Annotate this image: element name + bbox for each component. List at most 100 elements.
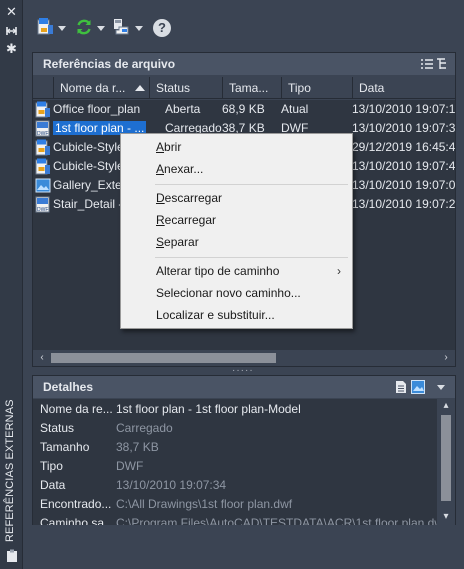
context-menu: Abrir Anexar... Descarregar Recarregar S…: [120, 133, 353, 329]
details-panel: Detalhes Caminho sa... C:\Program Files\A…: [32, 375, 456, 525]
menu-label: Localizar e substituir...: [156, 308, 275, 322]
menu-item-reload[interactable]: Recarregar: [122, 210, 351, 231]
svg-text:DWF: DWF: [37, 207, 48, 213]
details-value: C:\All Drawings\1st floor plan.dwf: [116, 497, 293, 511]
chevron-right-icon: ›: [337, 264, 341, 278]
table-row[interactable]: Office floor_plan Aberta 68,9 KB Atual 13/10…: [33, 100, 455, 119]
cell-date: 13/10/2010 19:07:05: [352, 178, 455, 192]
details-row: Encontrado... C:\All Drawings\1st floor p…: [33, 495, 437, 514]
vertical-scrollbar[interactable]: ▴ ▾: [437, 399, 455, 525]
change-path-button[interactable]: [113, 17, 143, 39]
scroll-up-icon[interactable]: ▴: [440, 400, 452, 412]
menu-item-find-replace[interactable]: Localizar e substituir...: [122, 305, 351, 326]
clipboard-icon[interactable]: [4, 549, 19, 563]
dwf-file-icon: DWF: [35, 120, 51, 137]
properties-gear-icon[interactable]: ✱: [4, 42, 19, 56]
svg-text:DWF: DWF: [37, 131, 48, 137]
details-value: 38,7 KB: [116, 440, 159, 454]
details-value: Carregado: [116, 421, 173, 435]
horizontal-scrollbar[interactable]: ‹ ›: [33, 350, 455, 366]
scroll-right-icon[interactable]: ›: [440, 352, 452, 364]
details-row: Caminho sa... C:\Program Files\AutoCAD\TE…: [33, 514, 446, 525]
sort-ascending-icon: [135, 85, 145, 91]
column-status-label: Status: [156, 81, 191, 95]
details-value: C:\Program Files\AutoCAD\TESTDATA\ACR\1s…: [116, 516, 447, 525]
preview-icon[interactable]: [411, 380, 425, 397]
chevron-down-icon[interactable]: [437, 385, 445, 390]
list-view-icon[interactable]: [421, 58, 433, 73]
accel-key: A: [156, 140, 165, 154]
details-title: Detalhes: [43, 380, 94, 394]
menu-label: brir: [164, 140, 182, 154]
column-size[interactable]: Tama...: [222, 77, 281, 99]
menu-label: ecarregar: [164, 213, 217, 227]
refresh-icon: [75, 18, 93, 39]
cell-type: Atual: [281, 102, 309, 116]
auto-hide-icon[interactable]: [4, 24, 19, 38]
cell-date: 29/12/2019 16:45:48: [352, 140, 455, 154]
scroll-down-icon[interactable]: ▾: [440, 511, 452, 523]
column-size-label: Tama...: [229, 81, 269, 95]
palette-title-strip: ✕ ✱ REFERÊNCIAS EXTERNAS: [0, 0, 23, 569]
cell-date: 13/10/2010 19:07:12: [352, 102, 455, 116]
details-label: Caminho sa...: [40, 516, 115, 525]
menu-item-attach[interactable]: Anexar...: [122, 159, 351, 180]
menu-label: nexar...: [164, 162, 204, 176]
file-references-title: Referências de arquivo: [43, 57, 176, 71]
horizontal-scroll-thumb[interactable]: [51, 353, 276, 363]
menu-item-unload[interactable]: Descarregar: [122, 188, 351, 209]
menu-item-select-new-path[interactable]: Selecionar novo caminho...: [122, 283, 351, 304]
close-icon[interactable]: ✕: [4, 5, 19, 19]
menu-item-change-path-type[interactable]: Alterar tipo de caminho ›: [122, 261, 351, 282]
details-value: 13/10/2010 19:07:34: [116, 478, 227, 492]
panel-splitter[interactable]: ·····: [232, 366, 253, 376]
cell-date: 13/10/2010 19:07:34: [352, 121, 455, 135]
change-path-icon: [113, 18, 131, 39]
menu-label: Alterar tipo de caminho: [156, 264, 280, 278]
column-name[interactable]: Nome da r...: [53, 77, 149, 99]
details-value: 1st floor plan - 1st floor plan-Model: [116, 402, 301, 416]
palette-title: REFERÊNCIAS EXTERNAS: [4, 399, 16, 542]
accel-key: D: [156, 191, 165, 205]
details-view-icon[interactable]: [395, 380, 407, 397]
tree-view-icon[interactable]: [437, 58, 449, 73]
details-label: Nome da re...: [40, 402, 113, 416]
cell-date: 13/10/2010 19:07:20: [352, 197, 455, 211]
details-label: Status: [40, 421, 75, 435]
details-header: Detalhes: [33, 376, 455, 398]
xref-toolbar: ?: [23, 0, 464, 50]
references-column-header: Nome da r... Status Tama... Tipo Data: [33, 77, 455, 99]
dwg-file-icon: [35, 101, 51, 118]
details-row: Tamanho 38,7 KB: [33, 438, 437, 457]
chevron-down-icon[interactable]: [97, 25, 105, 31]
file-references-header: Referências de arquivo: [33, 53, 455, 75]
help-button[interactable]: ?: [153, 17, 171, 39]
chevron-down-icon[interactable]: [58, 25, 66, 31]
image-file-icon: [35, 177, 51, 194]
cell-size: 68,9 KB: [222, 102, 265, 116]
refresh-button[interactable]: [75, 17, 105, 39]
menu-item-open[interactable]: Abrir: [122, 137, 351, 158]
help-icon: ?: [153, 19, 171, 37]
details-label: Tamanho: [40, 440, 90, 454]
chevron-down-icon[interactable]: [135, 25, 143, 31]
accel-key: A: [156, 162, 165, 176]
details-row: Nome da re... 1st floor plan - 1st floor …: [33, 400, 437, 419]
column-type[interactable]: Tipo: [281, 77, 352, 99]
column-date[interactable]: Data: [352, 77, 455, 99]
column-type-label: Tipo: [288, 81, 311, 95]
icon-column-header[interactable]: [33, 77, 53, 99]
details-row: Data 13/10/2010 19:07:34: [33, 476, 437, 495]
dwg-file-icon: [35, 158, 51, 175]
column-name-label: Nome da r...: [60, 81, 126, 95]
details-label: Data: [40, 478, 66, 492]
vertical-scroll-thumb[interactable]: [441, 415, 451, 501]
menu-item-detach[interactable]: Separar: [122, 232, 351, 253]
accel-key: R: [156, 213, 165, 227]
column-status[interactable]: Status: [149, 77, 222, 99]
attach-dwg-button[interactable]: [37, 17, 66, 39]
dwf-file-icon: DWF: [35, 196, 51, 213]
column-date-label: Data: [359, 81, 385, 95]
scroll-left-icon[interactable]: ‹: [36, 352, 48, 364]
details-label: Encontrado...: [40, 497, 112, 511]
